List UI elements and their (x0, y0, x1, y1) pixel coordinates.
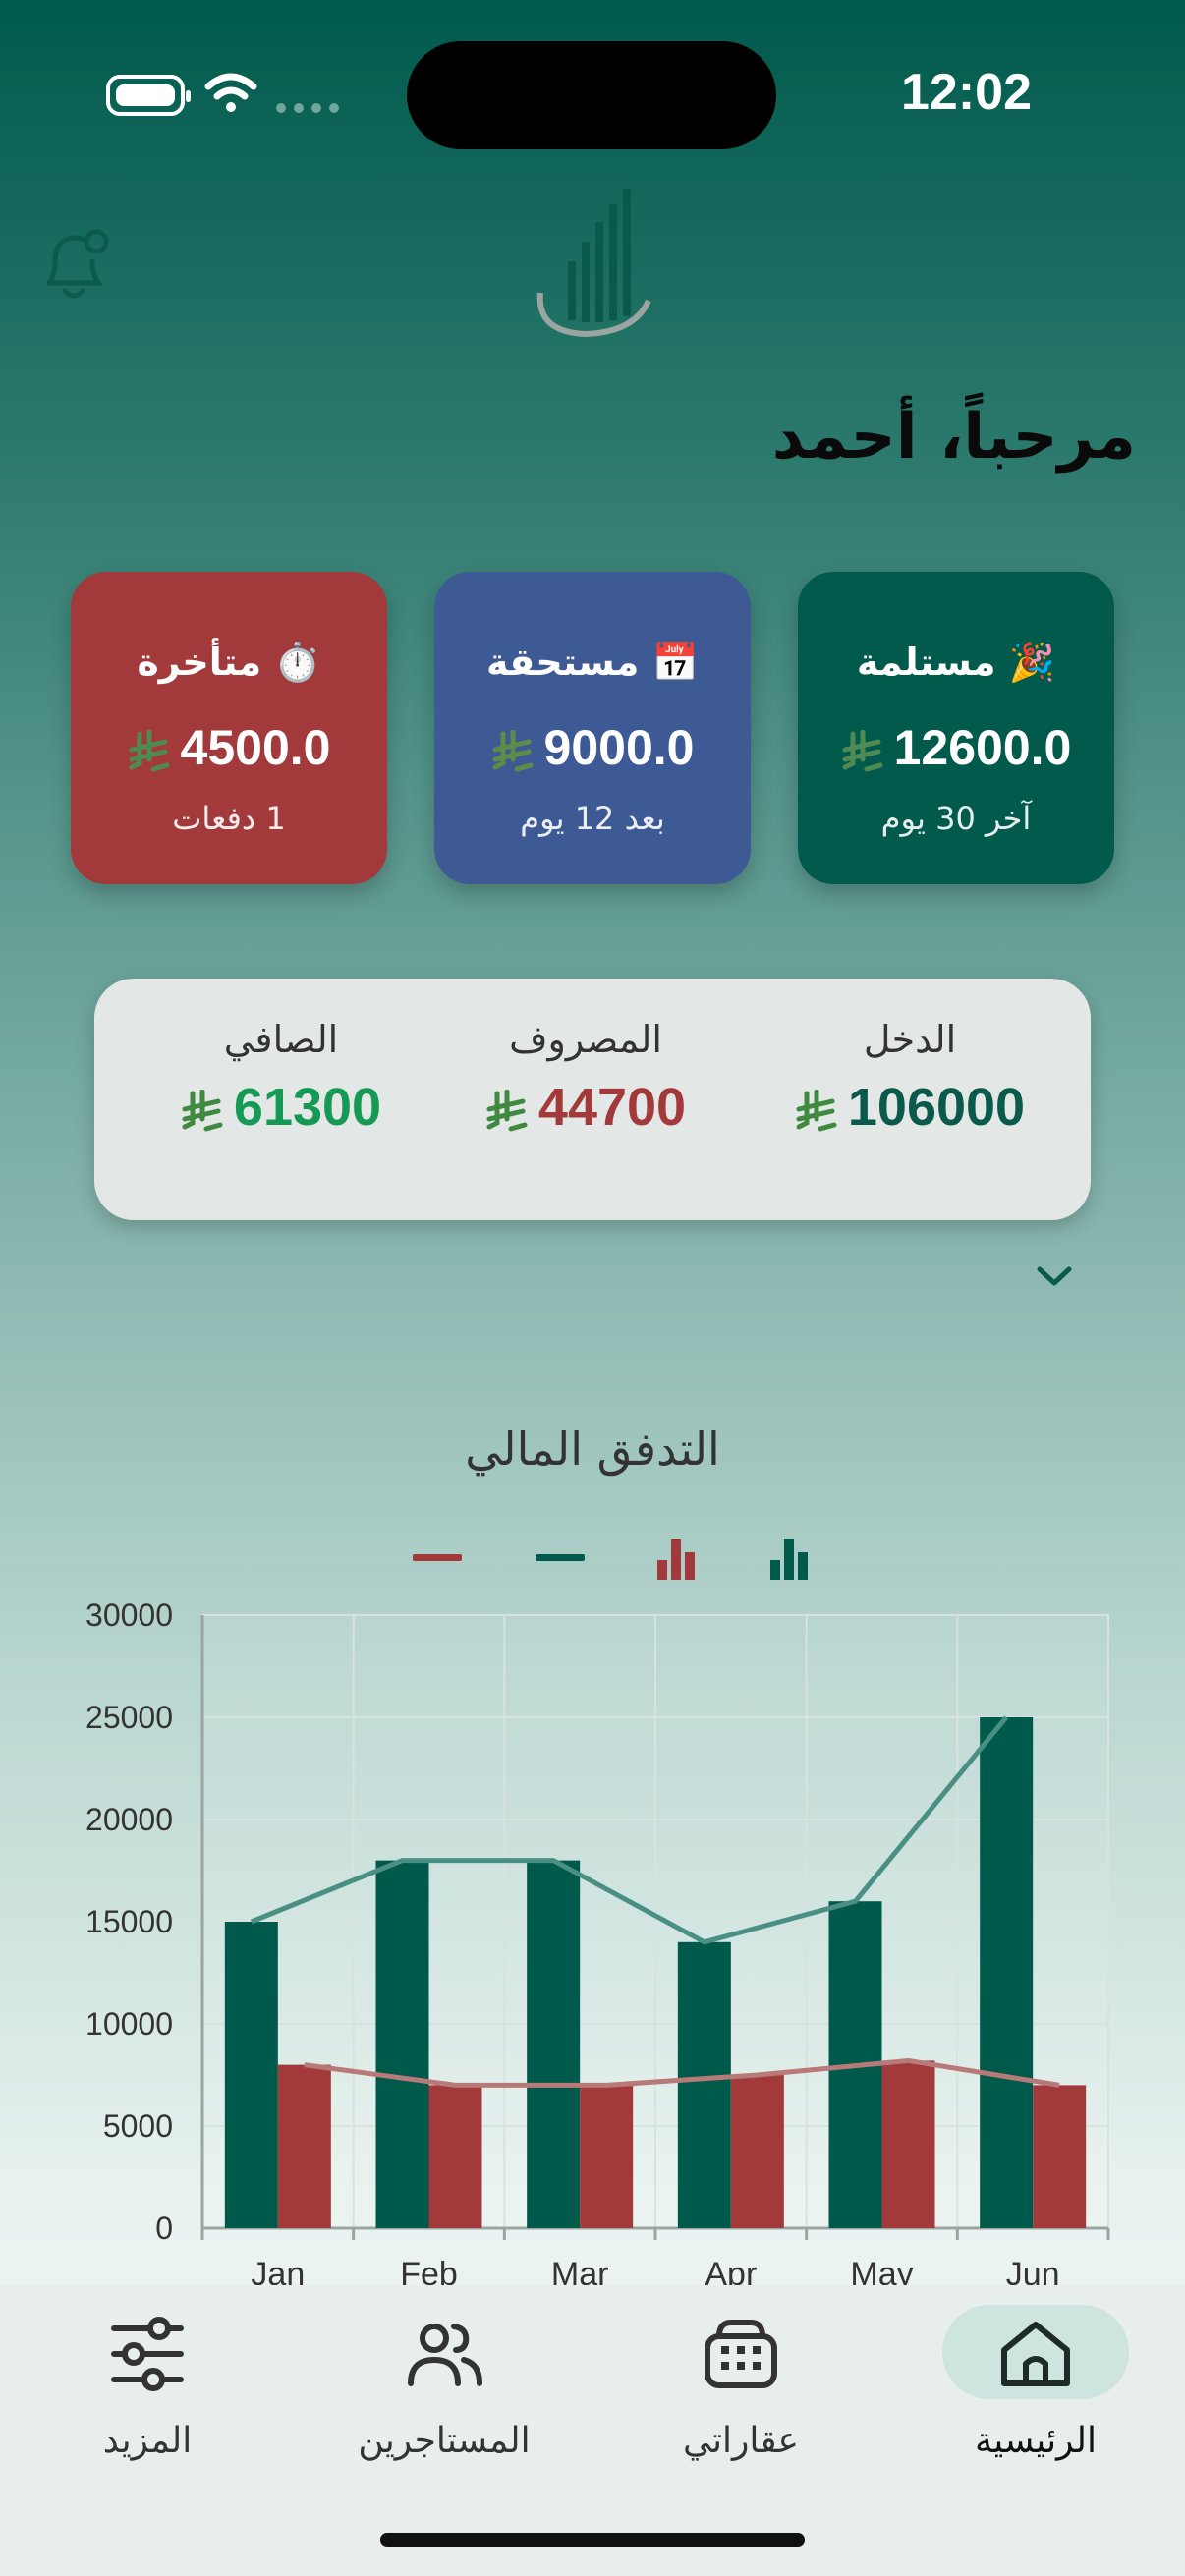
tab-more-label: المزيد (102, 2421, 193, 2461)
expense-label: المصروف (509, 1018, 662, 1061)
bar-s1-Feb (428, 2085, 482, 2228)
tab-properties-label: عقاراتي (682, 2421, 800, 2461)
late-payments-card[interactable]: ⏱️ متأخرة 4500.0 1 دفعات (71, 572, 387, 884)
bar-s0-Apr (677, 1941, 731, 2228)
bar-s1-Jan (277, 2064, 331, 2228)
home-icon (1001, 2322, 1070, 2386)
bar-s1-Apr (730, 2075, 784, 2228)
bar-s0-Jan (224, 1922, 278, 2228)
expense-value: 44700 (438, 1077, 733, 1138)
wifi-icon (204, 73, 257, 112)
due-card-amount: 9000.0 (434, 719, 751, 776)
battery-icon (106, 75, 191, 116)
x-tick-label-Jan: Jan (251, 2256, 305, 2289)
x-tick-label-Feb: Feb (400, 2256, 458, 2289)
received-card-title: 🎉 مستلمة (856, 641, 1056, 684)
financial-summary-panel: الدخل 106000 المصروف 44700 الصافي 61300 (94, 979, 1091, 1220)
dynamic-island (407, 41, 776, 149)
x-tick-label-Jun: Jun (1006, 2256, 1060, 2289)
received-card-subtitle: آخر 30 يوم (880, 800, 1032, 837)
income-summary: الدخل 106000 (762, 1018, 1057, 1138)
riyal-icon (842, 729, 883, 772)
status-time: 12:02 (901, 64, 1032, 121)
due-payments-card[interactable]: 📅 مستحقة 9000.0 بعد 12 يوم (434, 572, 751, 884)
due-card-title: 📅 مستحقة (485, 641, 700, 684)
chart-title: التدفق المالي (465, 1423, 720, 1476)
expense-summary: المصروف 44700 (438, 1018, 733, 1138)
tab-properties-pill (648, 2305, 834, 2399)
bar-s0-Jun (980, 1717, 1034, 2228)
income-label: الدخل (863, 1018, 957, 1061)
bar-s0-Feb (375, 1860, 429, 2228)
status-bar: 12:02 (0, 0, 1185, 187)
bar-s1-May (881, 2060, 935, 2228)
bar-s1-Jun (1033, 2085, 1087, 2228)
due-card-subtitle: بعد 12 يوم (520, 800, 665, 837)
x-tick-label-Mar: Mar (551, 2256, 609, 2289)
income-value: 106000 (762, 1077, 1057, 1138)
tab-tenants-label: المستاجرين (358, 2421, 531, 2461)
x-tick-label-May: May (850, 2256, 913, 2289)
net-summary: الصافي 61300 (134, 1018, 428, 1138)
tab-home[interactable]: الرئيسية (908, 2305, 1163, 2482)
y-tick-label-6: 30000 (85, 1597, 173, 1633)
home-indicator (380, 2533, 805, 2547)
greeting-text: مرحباً، أحمد (771, 401, 1136, 474)
building-icon (705, 2320, 777, 2388)
y-tick-label-1: 5000 (103, 2108, 173, 2144)
tab-more-pill (54, 2305, 241, 2399)
signal-icon (276, 103, 339, 113)
users-icon (408, 2324, 482, 2386)
chevron-down-icon[interactable] (1034, 1261, 1075, 1291)
riyal-icon (182, 1089, 223, 1132)
riyal-icon (492, 729, 534, 772)
sliders-icon (111, 2317, 184, 2391)
late-card-amount: 4500.0 (71, 719, 387, 776)
received-payments-card[interactable]: 🎉 مستلمة 12600.0 آخر 30 يوم (798, 572, 1114, 884)
riyal-icon (486, 1089, 528, 1132)
app-logo (536, 189, 651, 338)
bar-s1-Mar (580, 2085, 634, 2228)
tab-tenants[interactable]: المستاجرين (316, 2305, 572, 2482)
tab-more[interactable]: المزيد (20, 2305, 275, 2482)
tab-home-pill (942, 2305, 1129, 2399)
received-card-amount: 12600.0 (798, 719, 1114, 776)
y-tick-label-3: 15000 (85, 1904, 173, 1939)
notification-bell-icon[interactable] (29, 218, 118, 307)
bar-s0-Mar (527, 1860, 581, 2228)
riyal-icon (796, 1089, 837, 1132)
late-card-title: ⏱️ متأخرة (137, 641, 321, 684)
y-tick-label-2: 10000 (85, 2006, 173, 2042)
riyal-icon (129, 729, 170, 772)
tab-home-label: الرئيسية (975, 2421, 1097, 2461)
net-label: الصافي (223, 1018, 339, 1061)
y-tick-label-5: 25000 (85, 1700, 173, 1735)
tab-tenants-pill (351, 2305, 537, 2399)
cashflow-chart: 0 5000 10000 15000 20000 25000 30000 Jan Feb Mar A… (85, 1597, 1110, 2289)
tab-properties[interactable]: عقاراتي (613, 2305, 869, 2482)
y-tick-label-4: 20000 (85, 1802, 173, 1837)
late-card-subtitle: 1 دفعات (172, 800, 286, 837)
net-value: 61300 (134, 1077, 428, 1138)
x-tick-label-Apr: Apr (705, 2256, 757, 2289)
y-tick-label-0: 0 (155, 2211, 173, 2246)
